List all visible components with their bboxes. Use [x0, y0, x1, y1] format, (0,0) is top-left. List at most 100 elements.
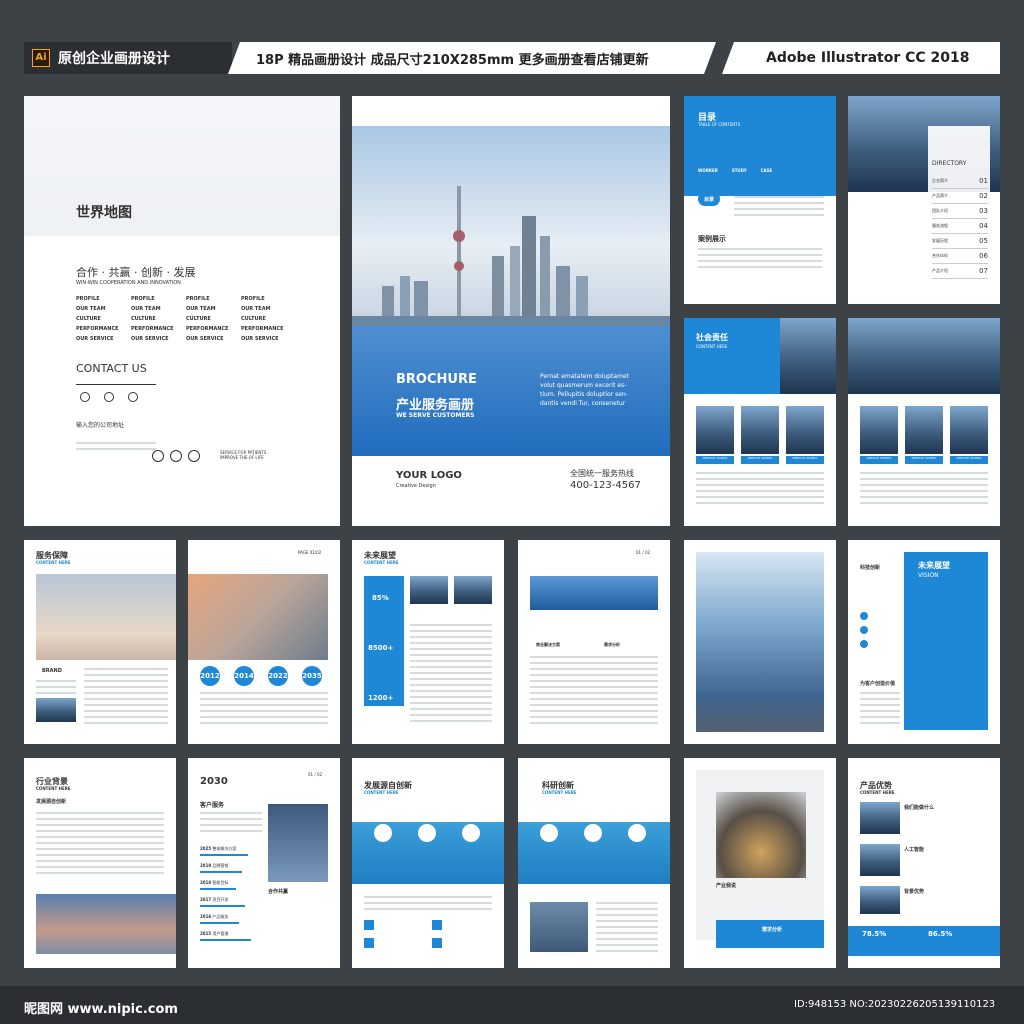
- photo-building: [188, 574, 328, 660]
- directory-item: 产品简介 02: [932, 189, 988, 204]
- timeline-text: 品牌营销: [212, 863, 229, 868]
- page-future: 未来展望 CONTENT HERE 85% 8500+ 1200+: [352, 540, 504, 744]
- timeline-year: 2016: [200, 914, 212, 919]
- year-badge: 2014: [234, 666, 254, 686]
- page-service: 服务保障 CONTENT HERE BRAND: [24, 540, 176, 744]
- page-timeline: 2030 01 / 02 客户服务 合作共赢 2025 整体解决方案 2019 …: [188, 758, 340, 968]
- feature-icon: [432, 938, 442, 948]
- stat-value: 8500+: [368, 644, 394, 652]
- award-icon: [152, 450, 164, 462]
- list-item: PROFILE: [131, 296, 155, 302]
- photo: [741, 406, 779, 454]
- photo: [860, 844, 900, 876]
- service-tag: SERVICE WORKS: [786, 456, 824, 464]
- page-subtitle: CONTENT HERE: [36, 560, 71, 565]
- vision-sub: VISION: [918, 572, 939, 579]
- photo-apartments: [36, 894, 176, 954]
- list-item: OUR SERVICE: [186, 336, 224, 342]
- list-item: CULTURE: [186, 316, 211, 322]
- bulb-icon: [374, 824, 392, 842]
- page-subtitle: CONTENT HERE: [364, 790, 399, 795]
- page-title: 世界地图: [76, 205, 132, 221]
- gear-icon: [418, 824, 436, 842]
- service-tag: SERVICE WORKS: [741, 456, 779, 464]
- directory-item: 发展历程 05: [932, 234, 988, 249]
- stat-value: 1200+: [368, 694, 394, 702]
- page-directory: DIRECTORY 企业简介 01 产品简介 02 团队介绍 03 服务流程 04 发展…: [848, 96, 1000, 304]
- text-block: [596, 902, 658, 952]
- timeline-item: 2019 品牌营销: [200, 863, 260, 880]
- vision-title: 未来展望: [918, 561, 950, 570]
- header-left-text: 原创企业画册设计: [58, 51, 170, 67]
- photo: [410, 576, 448, 604]
- tab-case: CASE: [760, 168, 773, 173]
- item-label: 产品简介: [932, 193, 948, 198]
- footer-id: ID:948153 NO:20230226205139110123: [794, 999, 996, 1010]
- directory-list: 企业简介 01 产品简介 02 团队介绍 03 服务流程 04 发展历程 05 合作伙伴 0…: [932, 174, 988, 279]
- photo-chess: [716, 792, 806, 878]
- year-title: 2030: [200, 776, 228, 787]
- directory-item: 团队介绍 03: [932, 204, 988, 219]
- photo: [696, 406, 734, 454]
- text-block: [200, 812, 262, 836]
- skyline-svg: [352, 186, 670, 326]
- stat-value: 86.5%: [928, 930, 953, 938]
- text-block: [36, 812, 164, 878]
- page-tech: 科技创新 未来展望 VISION 为客户创造价值: [848, 540, 1000, 744]
- list-item: OUR TEAM: [131, 306, 161, 312]
- timeline-bar: [200, 939, 251, 941]
- list-item: PERFORMANCE: [241, 326, 284, 332]
- sub-title: 发展源自创新: [36, 799, 67, 805]
- item-num: 01: [979, 177, 988, 185]
- contact-icons: [80, 392, 138, 402]
- photo-city: [530, 576, 658, 610]
- photo: [36, 698, 76, 722]
- item-num: 03: [979, 207, 988, 215]
- analysis-band: [716, 920, 824, 948]
- logo-text: YOUR LOGO: [396, 470, 462, 481]
- timeline-year: 2025: [200, 846, 212, 851]
- timeline-year: 2017: [200, 897, 212, 902]
- year-badge: 2012: [200, 666, 220, 686]
- page-building: [684, 540, 836, 744]
- timeline-bar: [200, 888, 236, 890]
- page-subtitle: CONTENT HERE: [36, 786, 71, 791]
- timeline-item: 2015 用户管理: [200, 931, 260, 948]
- page-research: 科研创新 CONTENT HERE: [518, 758, 670, 968]
- feature-title: 人工智能: [904, 847, 925, 853]
- timeline-year: 2018: [200, 880, 212, 885]
- social-band: [684, 318, 780, 394]
- list-item: OUR TEAM: [241, 306, 271, 312]
- page-subtitle: CONTENT HERE: [696, 344, 728, 349]
- service-tag: SERVICE WORKS: [905, 456, 943, 464]
- chess-title: 产业我说: [716, 883, 737, 889]
- timeline-year: 2015: [200, 931, 212, 936]
- photo: [860, 406, 898, 454]
- divider: [76, 384, 156, 385]
- page-title: 科技创新: [860, 565, 881, 571]
- feature-icon: [364, 920, 374, 930]
- directory-item: 合作伙伴 06: [932, 249, 988, 264]
- year-badge: 2035: [302, 666, 322, 686]
- header-title: Ai 原创企业画册设计: [24, 42, 232, 74]
- trophy-icon: [628, 824, 646, 842]
- item-num: 04: [979, 222, 988, 230]
- feature-title: 背景优势: [904, 889, 925, 895]
- recycle-icon: [462, 824, 480, 842]
- timeline-item: 2018 智能目标: [200, 880, 260, 897]
- text-block: [698, 248, 822, 270]
- phone-icon: [80, 392, 90, 402]
- feature-icon: [432, 920, 442, 930]
- page-chess: 产业我说 需求分析: [684, 758, 836, 968]
- page-solutions: 01 / 02 商业解决方案 需求分析: [518, 540, 670, 744]
- item-title: 需求分析: [604, 642, 620, 647]
- service-tag: SERVICE WORKS: [950, 456, 988, 464]
- list-item: PERFORMANCE: [186, 326, 229, 332]
- item-num: 07: [979, 267, 988, 275]
- list-item: PERFORMANCE: [76, 326, 119, 332]
- page-social: 社会责任 CONTENT HERE SERVICE WORKS SERVICE …: [684, 318, 836, 526]
- bullet-icon: [860, 612, 868, 620]
- feature-icon: [364, 938, 374, 948]
- timeline-text: 项目开发: [212, 897, 229, 902]
- text-block: [76, 442, 156, 454]
